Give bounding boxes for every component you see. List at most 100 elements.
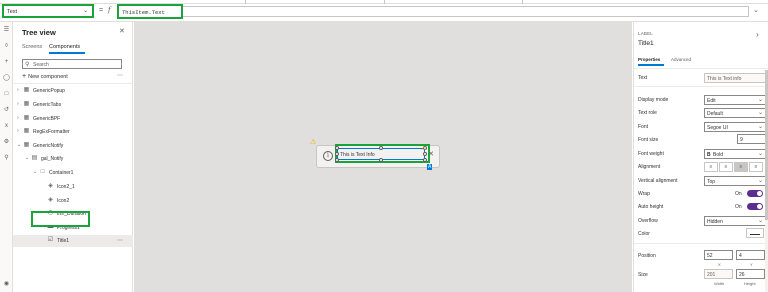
resize-handle[interactable]	[423, 152, 427, 156]
position-x-input[interactable]: 52	[704, 250, 733, 260]
prop-label: Wrap	[638, 191, 650, 197]
prop-label: Color	[638, 231, 650, 237]
warning-icon[interactable]: ⚠	[421, 145, 426, 152]
tab-components[interactable]: Components	[49, 44, 80, 50]
search-icon: ⚲	[25, 61, 30, 68]
tree-item-genericbpf[interactable]: › ▦ GenericBPF	[13, 113, 133, 125]
chevron-right-icon[interactable]: ›	[17, 128, 19, 134]
tree-item-label: Container1	[49, 170, 74, 176]
prop-alignment: Alignment ≡ ≡ ≡ ≡	[634, 160, 768, 173]
prop-label: Overflow	[638, 218, 658, 224]
font-dropdown[interactable]: Segoe UI ⌄	[704, 121, 766, 132]
tree-item-regexformatter[interactable]: › ▦ RegExFormatter	[13, 126, 133, 138]
chevron-down-icon[interactable]: ⌄	[25, 155, 29, 161]
chevron-down-icon[interactable]: ⌄	[33, 169, 37, 175]
chevron-down-icon: ⌄	[757, 151, 763, 157]
chevron-down-icon[interactable]: ⌄	[17, 142, 21, 148]
tree-item-label: Icon2	[57, 198, 70, 204]
tree-view-panel: Tree view ✕ Screens Components ⚲ Search …	[13, 22, 133, 292]
tree-item-gal-notify[interactable]: ⌄ ▤ gal_Notify	[13, 153, 133, 165]
chevron-right-icon[interactable]: ›	[17, 87, 19, 93]
align-center-icon[interactable]: ≡	[719, 161, 733, 172]
tab-screens[interactable]: Screens	[22, 44, 42, 50]
text-role-value: Default	[707, 110, 723, 117]
size-width-input[interactable]: 201	[704, 269, 733, 279]
resize-handle[interactable]	[335, 146, 339, 150]
close-icon[interactable]: ✕	[119, 27, 125, 35]
tab-properties[interactable]: Properties	[638, 57, 660, 62]
align-justify-icon[interactable]: ≡	[749, 161, 763, 172]
display-mode-dropdown[interactable]: Edit ⌄	[704, 94, 766, 105]
chevron-right-icon[interactable]: ›	[756, 30, 759, 39]
tree-item-genericpopup[interactable]: › ▦ GenericPopup	[13, 85, 133, 97]
fx-icon[interactable]: f	[108, 6, 111, 14]
prop-text: Text This is Text info	[634, 71, 768, 84]
prop-size: Size 201 26	[634, 268, 768, 281]
formula-input[interactable]: ThisItem.Text	[117, 4, 183, 19]
media-icon[interactable]: □	[2, 90, 11, 99]
insert-icon[interactable]: +	[2, 58, 11, 67]
power-automate-icon[interactable]: ↺	[2, 106, 11, 115]
wrap-state: On	[735, 191, 742, 197]
chevron-down-icon: ⌄	[757, 178, 763, 184]
layers-icon[interactable]: ◊	[2, 42, 11, 51]
resize-handle[interactable]	[379, 158, 383, 162]
info-icon[interactable]: i	[323, 151, 333, 161]
chevron-right-icon[interactable]: ›	[17, 101, 19, 107]
new-component-button[interactable]: + New component	[22, 73, 68, 80]
highlight-box	[31, 211, 90, 227]
tab-advanced[interactable]: Advanced	[671, 57, 691, 62]
menu-icon[interactable]: ☰	[2, 26, 11, 35]
auto-height-state: On	[735, 204, 742, 210]
size-height-input[interactable]: 26	[736, 269, 765, 279]
overflow-dropdown[interactable]: Hidden ⌄	[704, 215, 766, 226]
tree-item-title1[interactable]: ☑ Title1 ⋯	[13, 235, 133, 247]
data-icon[interactable]: ◯	[2, 74, 11, 83]
text-role-dropdown[interactable]: Default ⌄	[704, 107, 766, 118]
chevron-down-icon: ⌄	[757, 218, 763, 224]
font-weight-dropdown[interactable]: B Bold ⌄	[704, 148, 766, 159]
auto-height-toggle[interactable]	[747, 203, 763, 210]
plus-icon: +	[22, 73, 27, 80]
vertical-alignment-dropdown[interactable]: Top ⌄	[704, 175, 766, 186]
font-value: Segoe UI	[707, 124, 728, 131]
tree-item-generictabs[interactable]: › ▦ GenericTabs	[13, 99, 133, 111]
font-size-value: 9	[740, 137, 743, 143]
property-selector[interactable]: Text ⌄	[2, 4, 94, 18]
prop-font-size: Font size 9	[634, 133, 768, 146]
search-input[interactable]: ⚲ Search	[22, 59, 122, 69]
tree-item-icon2[interactable]: ◈ Icon2	[13, 195, 133, 207]
tree-item-genericnotify[interactable]: ⌄ ▦ GenericNotify	[13, 140, 133, 152]
resize-handle[interactable]	[335, 152, 339, 156]
tree-item-container1[interactable]: ⌄ □ Container1	[13, 167, 133, 179]
control-name[interactable]: Title1	[638, 40, 654, 47]
warning-icon[interactable]: ⚠	[310, 138, 316, 146]
wrap-toggle[interactable]	[747, 190, 763, 197]
account-icon[interactable]: ◉	[2, 280, 11, 289]
tree-item-label: GenericNotify	[33, 143, 64, 149]
position-y-input[interactable]: 4	[736, 250, 765, 260]
more-options-icon[interactable]: ⋯	[117, 237, 123, 244]
resize-handle[interactable]	[379, 146, 383, 150]
variables-icon[interactable]: x	[2, 122, 11, 131]
search-icon[interactable]: ⚲	[2, 154, 11, 163]
active-tab-indicator	[638, 64, 664, 66]
formula-input-area[interactable]	[183, 6, 749, 17]
prop-color: Color	[634, 227, 768, 240]
chevron-right-icon[interactable]: ›	[17, 115, 19, 121]
anchor-icon[interactable]: A	[427, 164, 433, 170]
tools-icon[interactable]: ⚙	[2, 138, 11, 147]
align-left-icon[interactable]: ≡	[704, 161, 718, 172]
color-picker[interactable]	[746, 228, 764, 238]
tree-item-label: GenericBPF	[33, 116, 61, 122]
text-value: This is Text info	[707, 75, 742, 82]
font-size-input[interactable]: 9	[737, 134, 766, 144]
expand-formula-icon[interactable]: ⌄	[753, 6, 759, 14]
resize-handle[interactable]	[423, 158, 427, 162]
resize-handle[interactable]	[335, 158, 339, 162]
more-options-icon[interactable]: ⋯	[117, 72, 123, 79]
tree-item-icon2-1[interactable]: ◈ Icon2_1	[13, 181, 133, 193]
text-value-field[interactable]: This is Text info	[704, 72, 766, 83]
component-icon: ▦	[23, 101, 30, 107]
align-right-icon[interactable]: ≡	[734, 161, 748, 172]
